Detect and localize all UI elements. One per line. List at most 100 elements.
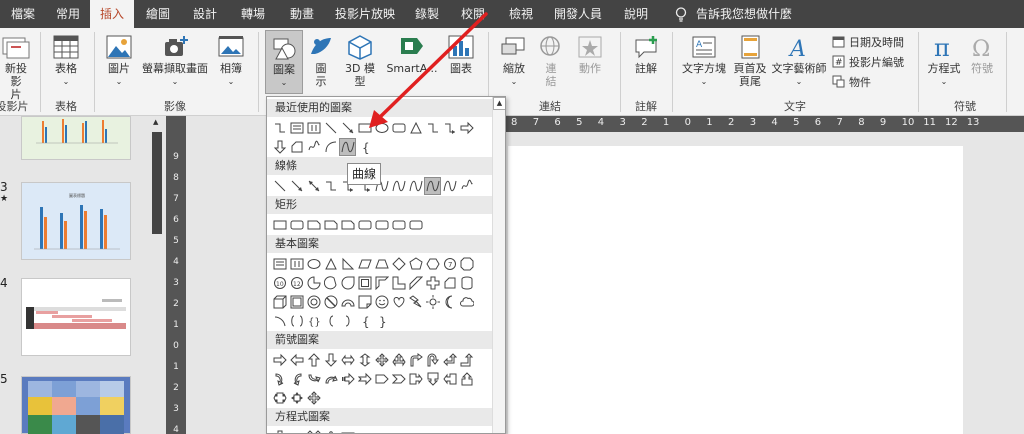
slide-thumbnail-4[interactable] <box>21 278 131 356</box>
shape-udarrow-icon[interactable] <box>356 351 373 369</box>
shape-hexagon-icon[interactable] <box>424 255 441 273</box>
shape-curvedD-icon[interactable] <box>322 370 339 388</box>
shape-darrow-icon[interactable] <box>271 138 288 156</box>
tab-slideshow[interactable]: 投影片放映 <box>326 0 404 28</box>
shape-bolt-icon[interactable] <box>407 293 424 311</box>
tab-draw[interactable]: 繪圖 <box>134 0 182 28</box>
shape-arrowline-icon[interactable] <box>339 119 356 137</box>
shape-num12-icon[interactable]: 12 <box>288 274 305 292</box>
tab-developer[interactable]: 開發人員 <box>546 0 610 28</box>
tab-design[interactable]: 設計 <box>182 0 228 28</box>
header-footer-button[interactable]: 頁首及 頁尾 <box>730 34 770 88</box>
shapes-gallery-scrollbar[interactable]: ▲ <box>492 97 505 433</box>
shape-curvedU-icon[interactable] <box>305 370 322 388</box>
shape-notched-icon[interactable] <box>356 370 373 388</box>
date-time-button[interactable]: 日期及時間 <box>832 34 904 50</box>
shape-donut-icon[interactable] <box>305 293 322 311</box>
shape-heart-icon[interactable] <box>390 293 407 311</box>
shape-line-icon[interactable] <box>271 177 288 195</box>
tab-animations[interactable]: 動畫 <box>278 0 326 28</box>
action-button[interactable]: 動作 <box>572 34 608 75</box>
shape-rcallout-icon[interactable] <box>407 370 424 388</box>
shape-striped-icon[interactable] <box>339 370 356 388</box>
shape-cube-icon[interactable] <box>271 293 288 311</box>
shape-darrow-icon[interactable] <box>322 351 339 369</box>
shape-vtext-icon[interactable] <box>305 119 322 137</box>
scrollbar-thumb[interactable] <box>152 132 162 234</box>
shape-elbow-icon[interactable] <box>322 177 339 195</box>
editor-scrollbar[interactable] <box>1010 132 1024 434</box>
shape-lbracket-icon[interactable] <box>322 312 339 330</box>
shape-roundrect-icon[interactable] <box>288 216 305 234</box>
shape-brace-icon[interactable]: { <box>356 312 373 330</box>
slide-canvas[interactable] <box>508 146 963 434</box>
tab-record[interactable]: 錄製 <box>404 0 450 28</box>
shape-moon-icon[interactable] <box>441 293 458 311</box>
shape-num10-icon[interactable]: 10 <box>271 274 288 292</box>
shape-scribble-icon[interactable] <box>305 138 322 156</box>
shape-pentagon-icon[interactable] <box>407 255 424 273</box>
screenshot-button[interactable]: 螢幕擷取畫面 ⌄ <box>138 34 212 88</box>
shape-dbracket-icon[interactable] <box>288 312 305 330</box>
shape-rtri-icon[interactable] <box>339 255 356 273</box>
shape-uturn-icon[interactable] <box>424 351 441 369</box>
shape-leftup-icon[interactable] <box>441 351 458 369</box>
shape-chord-icon[interactable] <box>322 274 339 292</box>
shape-sun-icon[interactable] <box>424 293 441 311</box>
shape-brace-icon[interactable]: { <box>356 138 373 156</box>
shape-blockarc-icon[interactable] <box>339 293 356 311</box>
shape-diagstripe-icon[interactable] <box>407 274 424 292</box>
shape-textbox-icon[interactable] <box>271 255 288 273</box>
shape-scribble-icon[interactable] <box>458 177 475 195</box>
tell-me-search[interactable]: 告訴我您想做什麼 <box>696 0 826 28</box>
zoom-button[interactable]: 縮放 ⌄ <box>496 34 532 88</box>
shape-bent-icon[interactable] <box>407 351 424 369</box>
shape-pie-icon[interactable] <box>305 274 322 292</box>
shape-roundrect-icon[interactable] <box>390 119 407 137</box>
comment-button[interactable]: 註解 <box>626 34 666 75</box>
new-slide-button[interactable]: 新投影 片 <box>0 34 32 101</box>
shape-curve-icon[interactable] <box>424 177 441 195</box>
shape-rarrow-icon[interactable] <box>271 351 288 369</box>
shape-lrup-icon[interactable] <box>390 351 407 369</box>
shape-elbowA-icon[interactable] <box>441 119 458 137</box>
shape-nosym-icon[interactable] <box>322 293 339 311</box>
object-button[interactable]: 物件 <box>832 74 871 90</box>
table-button[interactable]: 表格 ⌄ <box>46 34 86 88</box>
slide-thumbnail-2[interactable] <box>21 116 131 160</box>
shape-oval-icon[interactable] <box>373 119 390 137</box>
symbol-button[interactable]: Ω 符號 <box>964 34 1000 75</box>
shape-arc-icon[interactable] <box>322 138 339 156</box>
slide-number-button[interactable]: # 投影片編號 <box>832 54 904 70</box>
shape-chevron-icon[interactable] <box>390 370 407 388</box>
shape-rect-icon[interactable] <box>356 119 373 137</box>
slide-thumbnail-5[interactable] <box>21 376 131 434</box>
shape-dcallout-icon[interactable] <box>424 370 441 388</box>
shape-larrow-icon[interactable] <box>288 351 305 369</box>
shape-snip-icon[interactable] <box>339 216 356 234</box>
shape-lrarrow-icon[interactable] <box>339 351 356 369</box>
shape-plus-icon[interactable] <box>271 428 288 433</box>
shape-elbow-icon[interactable] <box>271 119 288 137</box>
shape-dblarrow-icon[interactable] <box>305 177 322 195</box>
shape-uarrow-icon[interactable] <box>305 351 322 369</box>
scroll-up-button[interactable]: ▲ <box>493 97 505 110</box>
shape-frame-icon[interactable] <box>356 274 373 292</box>
shape-diamond-icon[interactable] <box>390 255 407 273</box>
shape-pentarrow-icon[interactable] <box>373 370 390 388</box>
shape-bentup-icon[interactable] <box>458 351 475 369</box>
shape-roundrect-icon[interactable] <box>373 216 390 234</box>
shapes-button[interactable]: 圖案 ⌄ <box>265 30 303 94</box>
shape-ucallout-icon[interactable] <box>458 370 475 388</box>
icons-button[interactable]: 圖 示 <box>304 34 338 88</box>
shape-roundrect-icon[interactable] <box>407 216 424 234</box>
wordart-button[interactable]: A 文字藝術師 ⌄ <box>770 34 828 88</box>
shape-parallel-icon[interactable] <box>356 255 373 273</box>
shape-octagon-icon[interactable] <box>458 255 475 273</box>
shape-rbracket-icon[interactable] <box>339 312 356 330</box>
tab-file[interactable]: 檔案 <box>0 0 46 28</box>
shape-teardrop-icon[interactable] <box>339 274 356 292</box>
shape-divide-icon[interactable] <box>322 428 339 433</box>
shape-mult-icon[interactable] <box>305 428 322 433</box>
shape-cloud-icon[interactable] <box>458 293 475 311</box>
